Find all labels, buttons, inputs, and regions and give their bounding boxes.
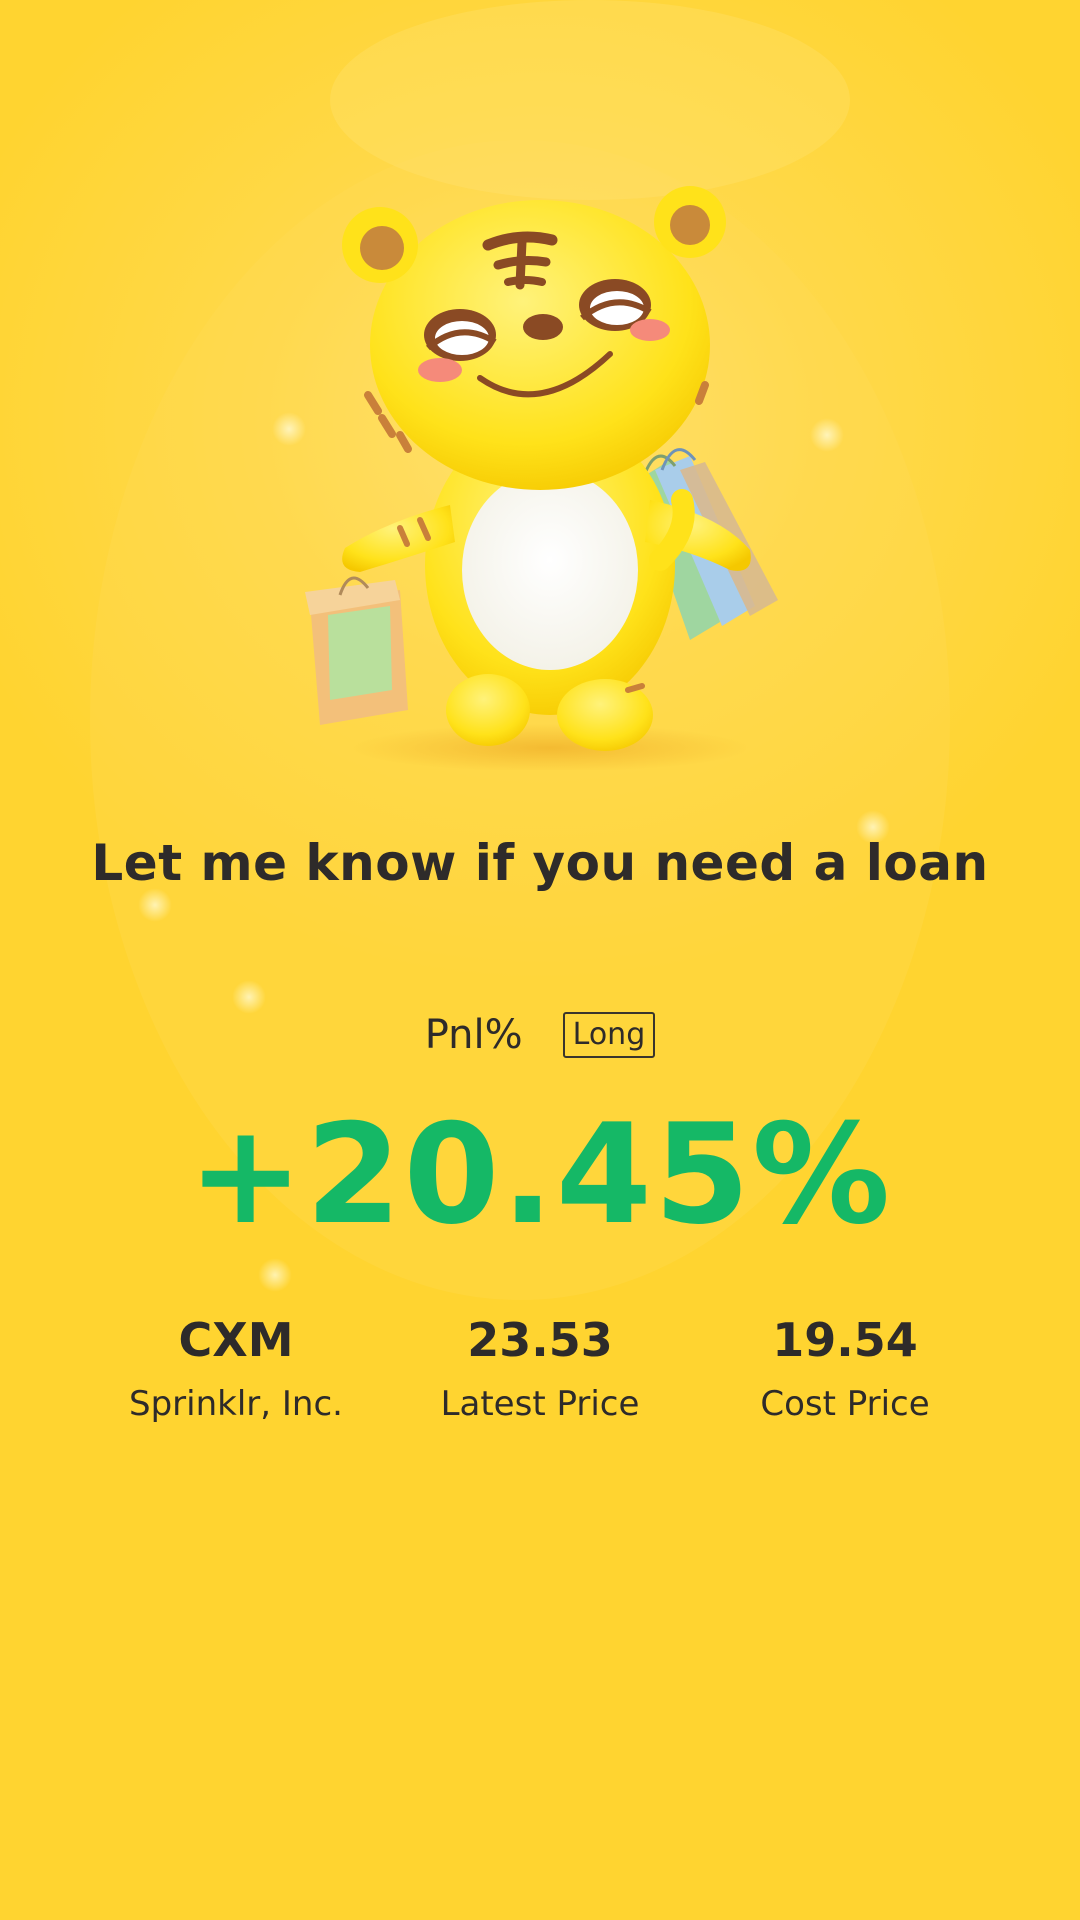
sparkle-decoration [232, 980, 266, 1014]
pnl-percentage-value: +20.45% [187, 1094, 893, 1255]
stat-latest-price: 23.53 Latest Price [390, 1310, 690, 1428]
latest-price-label: Latest Price [440, 1384, 640, 1424]
stat-cost-price: 19.54 Cost Price [695, 1310, 995, 1428]
pnl-label: Pnl% [424, 1012, 523, 1058]
tiger-mascot-with-shopping-bags-icon [305, 186, 778, 770]
loan-prompt-headline: Let me know if you need a loan [91, 834, 989, 892]
cost-price-label: Cost Price [760, 1384, 930, 1424]
company-name: Sprinklr, Inc. [129, 1384, 343, 1424]
stat-ticker: CXM Sprinklr, Inc. [86, 1310, 386, 1428]
cost-price-value: 19.54 [772, 1313, 918, 1367]
ticker-symbol: CXM [178, 1313, 294, 1367]
sparkle-decoration [138, 888, 172, 922]
position-direction-badge: Long [562, 1012, 656, 1058]
sparkle-decoration [258, 1258, 292, 1292]
pnl-header: Pnl% Long [0, 1012, 1080, 1058]
share-card: Let me know if you need a loan Pnl% Long… [0, 0, 1080, 1920]
latest-price-value: 23.53 [467, 1313, 613, 1367]
